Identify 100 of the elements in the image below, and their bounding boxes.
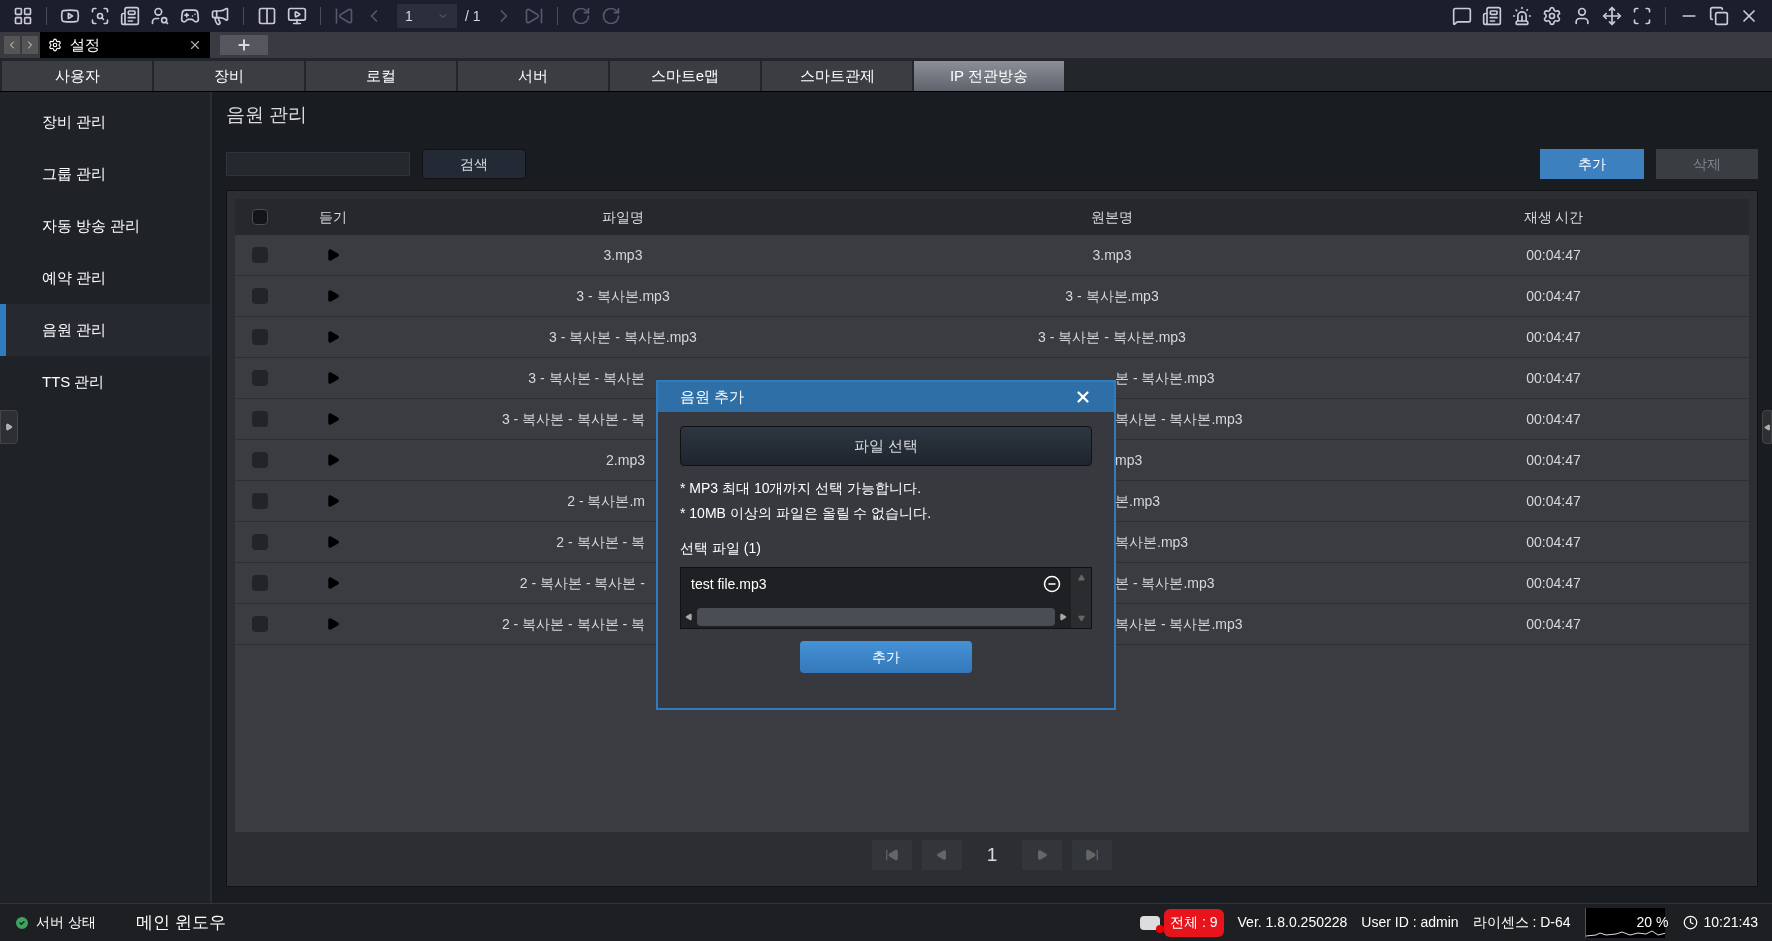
previous-page-button[interactable] [922,840,962,870]
vertical-scrollbar[interactable] [1071,568,1091,628]
document-tab[interactable]: 설정 [40,32,210,58]
table-cell-text: 본 - 복사본.mp3 [1115,573,1215,593]
table-cell-text: 00:04:47 [1526,245,1581,265]
license-text: 라이센스 : D-64 [1472,913,1571,932]
first-page-button[interactable] [872,840,912,870]
menu-tab[interactable]: 스마트e맵 [610,61,760,91]
play-icon[interactable] [325,289,340,303]
last-page-icon[interactable] [1085,848,1099,862]
menu-tab[interactable]: 장비 [154,61,304,91]
table-cell-text: 2 - 복사본 - 복사본 - [519,573,645,593]
clock-icon [1682,915,1698,930]
clock-time: 10:21:43 [1703,913,1758,932]
dialog-title: 음원 추가 [680,386,746,407]
table-cell-text: 00:04:47 [1526,368,1581,388]
scroll-down-icon[interactable] [1077,615,1085,622]
next-arrow-icon[interactable] [1036,849,1048,861]
row-checkbox[interactable] [252,616,268,632]
menu-tab[interactable]: 로컬 [306,61,456,91]
play-icon[interactable] [325,494,340,508]
add-button[interactable]: 추가 [800,641,972,673]
row-checkbox[interactable] [252,452,268,468]
page-number[interactable]: 1 [972,840,1012,870]
tab-label: 설정 [70,34,101,55]
table-cell-text: 00:04:47 [1526,450,1581,470]
row-checkbox[interactable] [252,329,268,345]
sidebar-item[interactable]: 예약 관리 [0,252,210,304]
table-cell-text: 2 - 복사본 - 복사본 - 복 [501,614,645,634]
column-header: 원본명 [1091,207,1133,227]
select-all-checkbox[interactable] [252,209,268,225]
close-icon[interactable] [1074,388,1092,406]
first-page-icon[interactable] [885,848,899,862]
row-checkbox[interactable] [252,288,268,304]
play-icon[interactable] [325,576,340,590]
play-icon[interactable] [325,248,340,262]
expand-handle-icon[interactable] [0,410,18,444]
search-button[interactable]: 검색 [422,149,526,179]
add-button[interactable]: 추가 [1540,149,1644,179]
page-total: / 1 [465,7,481,26]
page-title: 음원 관리 [226,102,309,127]
row-checkbox[interactable] [252,370,268,386]
file-select-button[interactable]: 파일 선택 [680,426,1092,466]
total-count-badge[interactable]: 전체 : 9 [1164,908,1224,937]
note-text: * 10MB 이상의 파일은 올릴 수 없습니다. [680,504,933,523]
previous-arrow-icon[interactable] [936,849,948,861]
tab-scroll-left-icon[interactable] [4,36,20,54]
table-cell-text: 3 - 복사본.mp3 [576,286,670,306]
selected-files-label: 선택 파일 (1) [680,539,762,558]
table-cell-text: 00:04:47 [1526,491,1581,511]
cpu-usage: 20 % [1636,913,1669,932]
sidebar-item[interactable]: TTS 관리 [0,356,210,408]
last-page-button[interactable] [1072,840,1112,870]
play-icon[interactable] [325,371,340,385]
event-icon[interactable] [1140,915,1161,930]
next-page-button[interactable] [1022,840,1062,870]
table-cell-text: 2 - 복사본.m [567,491,645,511]
note-text: * MP3 최대 10개까지 선택 가능합니다. [680,479,923,498]
table-cell-text: 3 - 복사본 - 복사본.mp3 [1038,327,1186,347]
table-cell-text: 본.mp3 [1115,491,1161,511]
table-cell-text: 00:04:47 [1526,532,1581,552]
table-cell-text: 00:04:47 [1526,286,1581,306]
play-icon[interactable] [325,617,340,631]
table-cell-text: 3 - 복사본.mp3 [1065,286,1159,306]
window-name: 메인 윈도우 [135,911,226,934]
page-field[interactable]: 1 [397,4,457,28]
scroll-up-icon[interactable] [1077,574,1085,581]
sidebar-item[interactable]: 그룹 관리 [0,148,210,200]
play-icon[interactable] [325,535,340,549]
search-field[interactable] [226,152,410,176]
sidebar-item[interactable]: 장비 관리 [0,96,210,148]
row-checkbox[interactable] [252,575,268,591]
play-icon[interactable] [325,412,340,426]
server-status[interactable]: 서버 상태 [36,912,96,933]
row-checkbox[interactable] [252,493,268,509]
new-tab-button[interactable] [220,35,268,55]
menu-tab[interactable]: 서버 [458,61,608,91]
row-checkbox[interactable] [252,411,268,427]
row-checkbox[interactable] [252,534,268,550]
plus-icon[interactable] [236,37,252,53]
tab-scroll-right-icon[interactable] [22,36,38,54]
sidebar-item[interactable]: 음원 관리 [0,304,210,356]
menu-tab[interactable]: 스마트관제 [762,61,912,91]
collapse-handle-icon[interactable] [1762,410,1772,444]
remove-icon[interactable] [1043,575,1061,593]
scroll-left-icon[interactable] [685,613,693,621]
table-cell-text: 3 - 복사본 - 복사본 - 복 [501,409,645,429]
sidebar-item[interactable]: 자동 방송 관리 [0,200,210,252]
table-cell-text: mp3 [1115,450,1143,470]
table-cell-text: 00:04:47 [1526,409,1581,429]
play-icon[interactable] [325,453,340,467]
menu-tab[interactable]: 사용자 [2,61,152,91]
gear-icon [48,38,62,52]
row-checkbox[interactable] [252,247,268,263]
play-icon[interactable] [325,330,340,344]
scroll-right-icon[interactable] [1059,613,1067,621]
column-header: 파일명 [602,207,644,227]
close-tab-icon[interactable] [188,38,202,52]
table-cell-text: 3 - 복사본 - 복사본 [528,368,645,388]
menu-tab[interactable]: IP 전관방송 [914,61,1064,91]
